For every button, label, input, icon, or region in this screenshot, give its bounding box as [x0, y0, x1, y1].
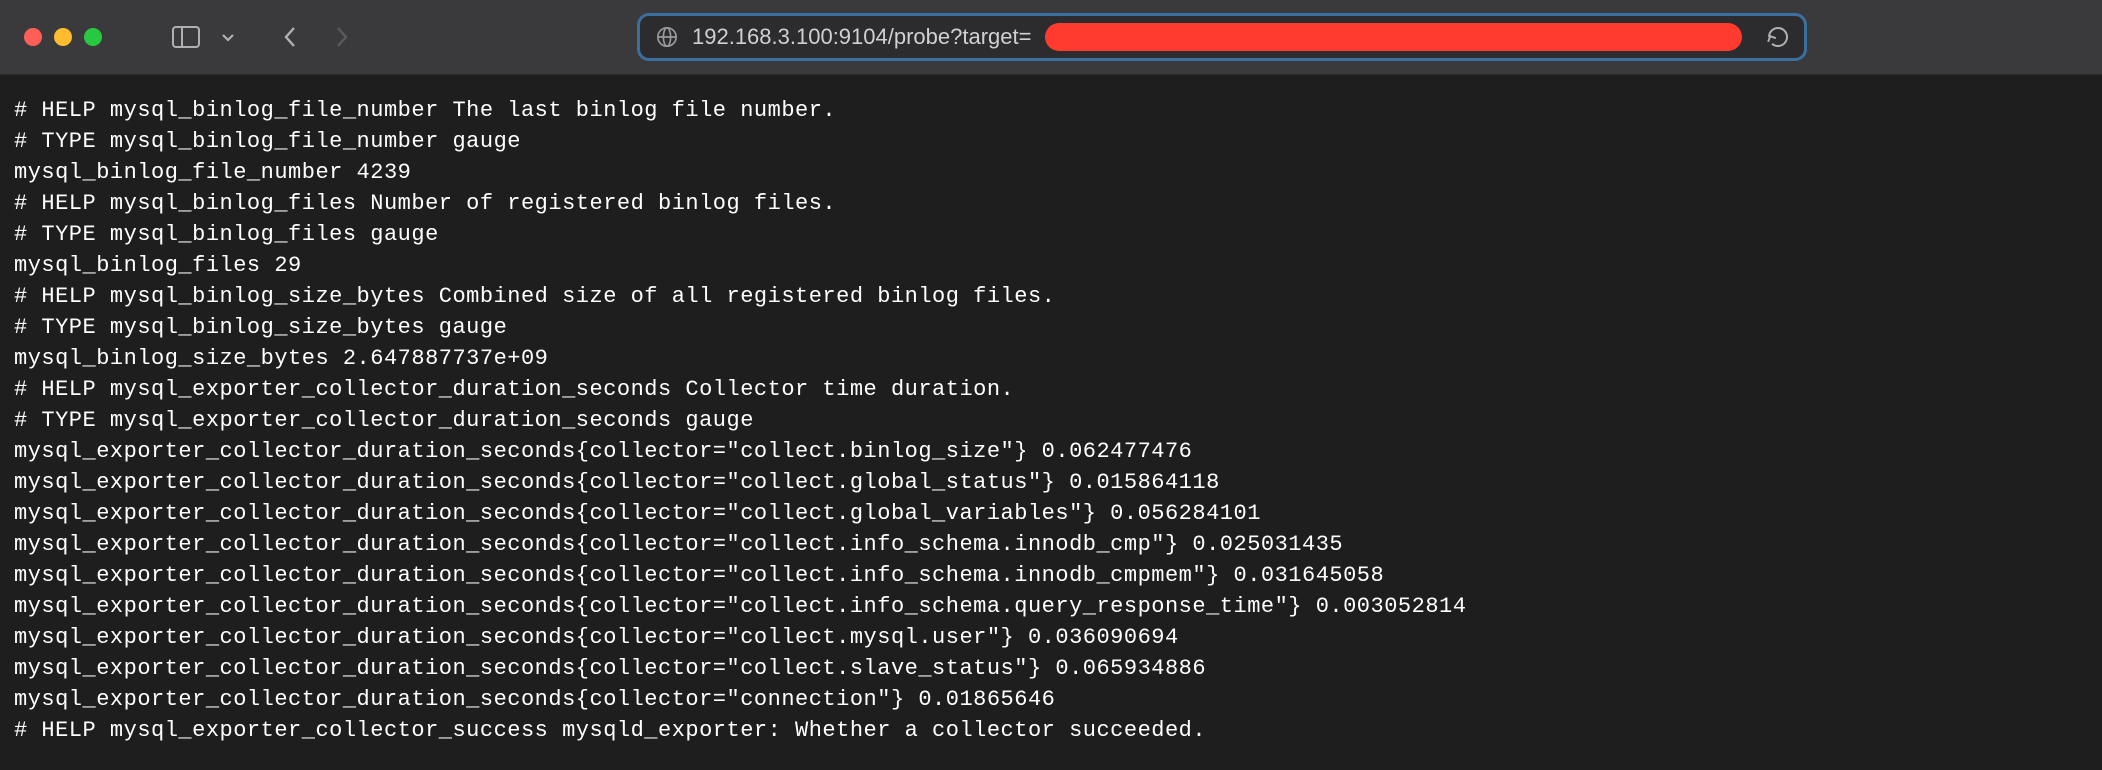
close-window-button[interactable] [24, 28, 42, 46]
tab-group-dropdown[interactable] [214, 22, 242, 52]
url-redacted-portion [1045, 23, 1742, 51]
forward-button[interactable] [330, 25, 354, 49]
sidebar-toggle-button[interactable] [166, 22, 206, 52]
nav-arrows [278, 25, 354, 49]
globe-icon [656, 26, 678, 48]
back-button[interactable] [278, 25, 302, 49]
metrics-output: # HELP mysql_binlog_file_number The last… [0, 75, 2102, 746]
chevron-down-icon [220, 29, 236, 45]
url-text: 192.168.3.100:9104/probe?target= [692, 24, 1031, 50]
sidebar-icon [172, 26, 200, 48]
window-controls [24, 28, 102, 46]
reload-icon[interactable] [1766, 25, 1790, 49]
address-bar[interactable]: 192.168.3.100:9104/probe?target= [637, 13, 1807, 61]
chevron-right-icon [334, 25, 350, 49]
chevron-left-icon [282, 25, 298, 49]
browser-toolbar: 192.168.3.100:9104/probe?target= [0, 0, 2102, 75]
minimize-window-button[interactable] [54, 28, 72, 46]
maximize-window-button[interactable] [84, 28, 102, 46]
